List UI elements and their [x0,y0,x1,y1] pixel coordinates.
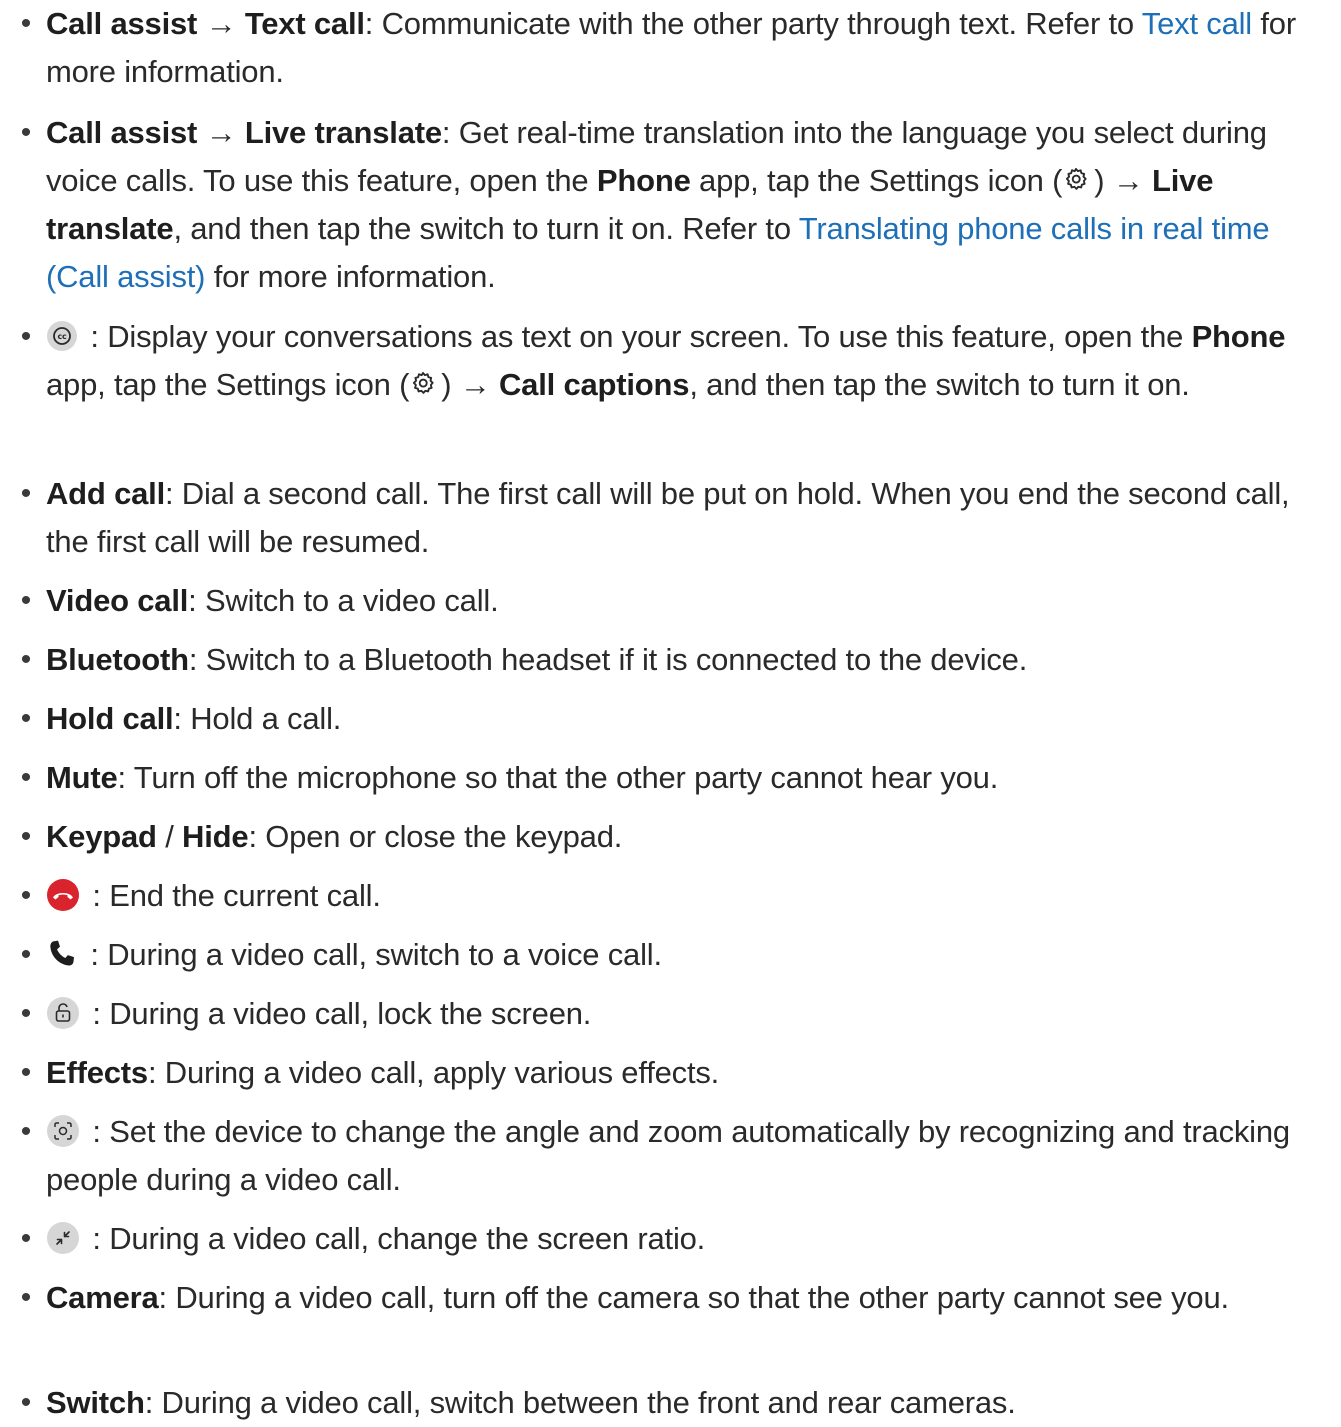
bullet: • [20,320,32,353]
item-description: : End the current call. [84,878,381,913]
item-label: Mute [46,760,118,795]
voice-call-icon [46,938,78,970]
item-description: : Open or close the keypad. [248,819,623,854]
item-description: : Switch to a video call. [188,583,499,618]
call-captions-label: Call captions [498,367,690,402]
item-text: Camera: During a video call, turn off th… [46,1274,1334,1322]
item-text: : During a video call, switch to a voice… [46,931,1334,979]
item-description: : Turn off the microphone so that the ot… [117,760,999,795]
item-text: : End the current call. [46,872,1334,920]
bullet: • [20,7,32,40]
item-text: Call assist → Text call: Communicate wit… [46,0,1334,96]
item-description: , and then tap the switch to turn it on.… [173,211,799,246]
item-description: app, tap the Settings icon ( [690,163,1063,198]
item-description: app, tap the Settings icon ( [46,367,410,402]
item-description: ) [1094,163,1113,198]
item-text: Video call: Switch to a video call. [46,577,1334,625]
item-label: Camera [46,1280,159,1315]
item-text: Switch: During a video call, switch betw… [46,1379,1334,1427]
bullet: • [20,938,32,971]
item-label: Call assist [46,6,198,41]
item-description: ) [441,367,460,402]
settings-icon [409,370,437,398]
bullet: • [20,879,32,912]
item-description: : During a video call, turn off the came… [158,1280,1230,1315]
item-description: : During a video call, switch to a voice… [82,937,662,972]
item-description: : Communicate with the other party throu… [364,6,1142,41]
arrow-symbol: → [459,367,491,402]
arrow-symbol: → [1112,163,1144,198]
arrow-symbol: → [205,115,237,150]
item-label: Text call [244,6,365,41]
bullet: • [20,702,32,735]
item-label: Hold call [46,701,174,736]
bullet: • [20,477,32,510]
bullet: • [20,761,32,794]
auto-framing-icon [46,1114,80,1148]
item-label: Keypad [46,819,157,854]
item-text: Keypad / Hide: Open or close the keypad. [46,813,1334,861]
item-text: Bluetooth: Switch to a Bluetooth headset… [46,636,1334,684]
bullet: • [20,997,32,1030]
item-text: Call assist → Live translate: Get real-t… [46,109,1334,301]
item-label: Bluetooth [46,642,189,677]
item-description: : Dial a second call. The first call wil… [46,476,1290,559]
item-text: cc : Display your conversations as text … [46,313,1334,409]
bullet: • [20,1281,32,1314]
bullet: • [20,1386,32,1419]
item-text: Add call: Dial a second call. The first … [46,470,1334,566]
item-description: : During a video call, switch between th… [144,1385,1016,1420]
settings-icon [1062,166,1090,194]
item-description: , and then tap the switch to turn it on. [689,367,1190,402]
item-text: Effects: During a video call, apply vari… [46,1049,1334,1097]
item-text: : During a video call, lock the screen. [46,990,1334,1038]
item-label: Video call [46,583,189,618]
item-description: : Set the device to change the angle and… [46,1114,1290,1197]
end-call-icon [46,878,80,912]
lock-screen-icon [46,996,80,1030]
phone-app-label: Phone [1191,319,1286,354]
arrow-symbol: → [205,6,237,41]
captions-icon: cc [46,320,78,352]
item-description: : Switch to a Bluetooth headset if it is… [188,642,1028,677]
separator: / [156,819,183,854]
item-text: Hold call: Hold a call. [46,695,1334,743]
bullet: • [20,643,32,676]
item-label: Add call [46,476,165,511]
item-label: Hide [182,819,249,854]
item-description: : During a video call, change the screen… [84,1221,706,1256]
item-description: : Display your conversations as text on … [82,319,1192,354]
item-text: : Set the device to change the angle and… [46,1108,1334,1204]
bullet: • [20,116,32,149]
item-description: : Hold a call. [173,701,342,736]
item-description: : During a video call, lock the screen. [84,996,592,1031]
phone-app-label: Phone [596,163,691,198]
item-label: Call assist [46,115,198,150]
text-call-link[interactable]: Text call [1142,6,1252,41]
bullet: • [20,1115,32,1148]
bullet: • [20,820,32,853]
item-text: : During a video call, change the screen… [46,1215,1334,1263]
item-label: Effects [46,1055,148,1090]
item-description: : During a video call, apply various eff… [147,1055,720,1090]
svg-text:cc: cc [57,332,67,341]
item-label: Switch [46,1385,145,1420]
item-text: Mute: Turn off the microphone so that th… [46,754,1334,802]
item-description: for more information. [205,259,496,294]
bullet: • [20,1222,32,1255]
screen-ratio-icon [46,1221,80,1255]
bullet: • [20,1056,32,1089]
bullet: • [20,584,32,617]
item-label: Live translate [244,115,442,150]
feature-list-page: • Call assist → Text call: Communicate w… [0,0,1341,1427]
